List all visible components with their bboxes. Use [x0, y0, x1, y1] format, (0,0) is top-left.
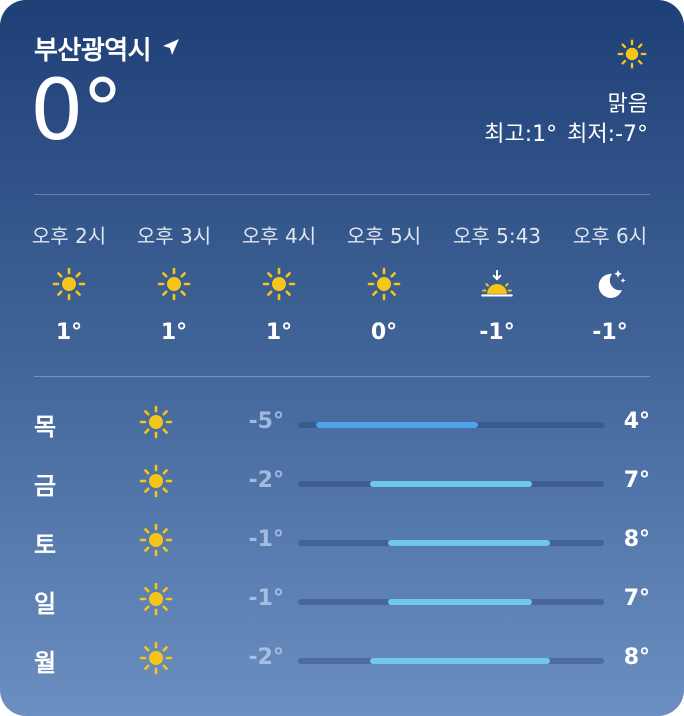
hour-item: 오후 2시 1° [14, 222, 124, 345]
day-low: -1° [248, 586, 284, 611]
location-arrow-icon [161, 34, 181, 64]
day-high: 4° [623, 409, 650, 434]
current-temperature: 0° [30, 61, 123, 159]
moon-stars-icon [555, 264, 665, 304]
temp-range-bar [316, 422, 478, 428]
sun-icon [119, 264, 229, 304]
sun-icon [224, 264, 334, 304]
low-temp: 최저:-7° [567, 122, 648, 147]
day-low: -5° [248, 409, 284, 434]
day-row: 토 -1° 8° [34, 512, 650, 572]
sun-icon [14, 264, 124, 304]
day-row: 목 -5° 4° [34, 394, 650, 454]
condition-text: 맑음 [607, 92, 648, 117]
divider [34, 194, 650, 195]
sun-icon [138, 404, 174, 440]
hour-temp: 1° [55, 320, 83, 345]
sun-icon [138, 522, 174, 558]
day-name: 목 [34, 413, 57, 441]
hour-item: 오후 5시 0° [329, 222, 439, 345]
sun-icon [138, 581, 174, 617]
day-row: 금 -2° 7° [34, 453, 650, 513]
hour-item: 오후 6시 -1° [555, 222, 665, 345]
hour-temp: 0° [370, 320, 398, 345]
high-temp: 최고:1° [484, 122, 558, 147]
hour-temp: 1° [265, 320, 293, 345]
temp-range-bar [370, 658, 550, 664]
hour-label: 오후 5시 [346, 224, 422, 248]
hour-item: 오후 3시 1° [119, 222, 229, 345]
hour-label: 오후 3시 [136, 224, 212, 248]
sun-icon [138, 640, 174, 676]
day-low: -2° [248, 645, 284, 670]
day-row: 일 -1° 7° [34, 571, 650, 631]
sun-icon [616, 38, 648, 70]
day-high: 8° [623, 645, 650, 670]
temp-range-track [298, 658, 604, 664]
hour-item: 오후 5:43 -1° [442, 222, 552, 345]
day-high: 7° [623, 468, 650, 493]
sunset-icon [442, 264, 552, 304]
divider [34, 376, 650, 377]
sun-icon [329, 264, 439, 304]
temp-range-bar [388, 540, 550, 546]
hour-label: 오후 2시 [31, 224, 107, 248]
temp-range-track [298, 422, 604, 428]
day-name: 금 [34, 472, 57, 500]
day-name: 월 [34, 649, 57, 677]
hour-label: 오후 6시 [572, 224, 648, 248]
sun-icon [138, 463, 174, 499]
weather-widget[interactable]: 부산광역시 0° 맑음 최고:1° 최저:-7° 오후 2시 1° 오후 3시 1° 오… [0, 0, 684, 716]
temp-range-track [298, 481, 604, 487]
day-high: 7° [623, 586, 650, 611]
temp-range-bar [370, 481, 532, 487]
hour-temp: -1° [479, 320, 515, 345]
day-name: 일 [34, 590, 57, 618]
day-low: -1° [248, 527, 284, 552]
hour-temp: 1° [160, 320, 188, 345]
day-name: 토 [34, 531, 57, 559]
temp-range-bar [388, 599, 532, 605]
hour-label: 오후 4시 [241, 224, 317, 248]
high-low: 최고:1° 최저:-7° [484, 116, 648, 148]
day-low: -2° [248, 468, 284, 493]
hour-temp: -1° [592, 320, 628, 345]
hour-item: 오후 4시 1° [224, 222, 334, 345]
day-high: 8° [623, 527, 650, 552]
hour-label: 오후 5:43 [452, 224, 542, 248]
hourly-forecast: 오후 2시 1° 오후 3시 1° 오후 4시 1° 오후 5시 0° 오후 5:43 -1° 오후… [32, 222, 650, 362]
day-row: 월 -2° 8° [34, 630, 650, 690]
temp-range-track [298, 599, 604, 605]
temp-range-track [298, 540, 604, 546]
